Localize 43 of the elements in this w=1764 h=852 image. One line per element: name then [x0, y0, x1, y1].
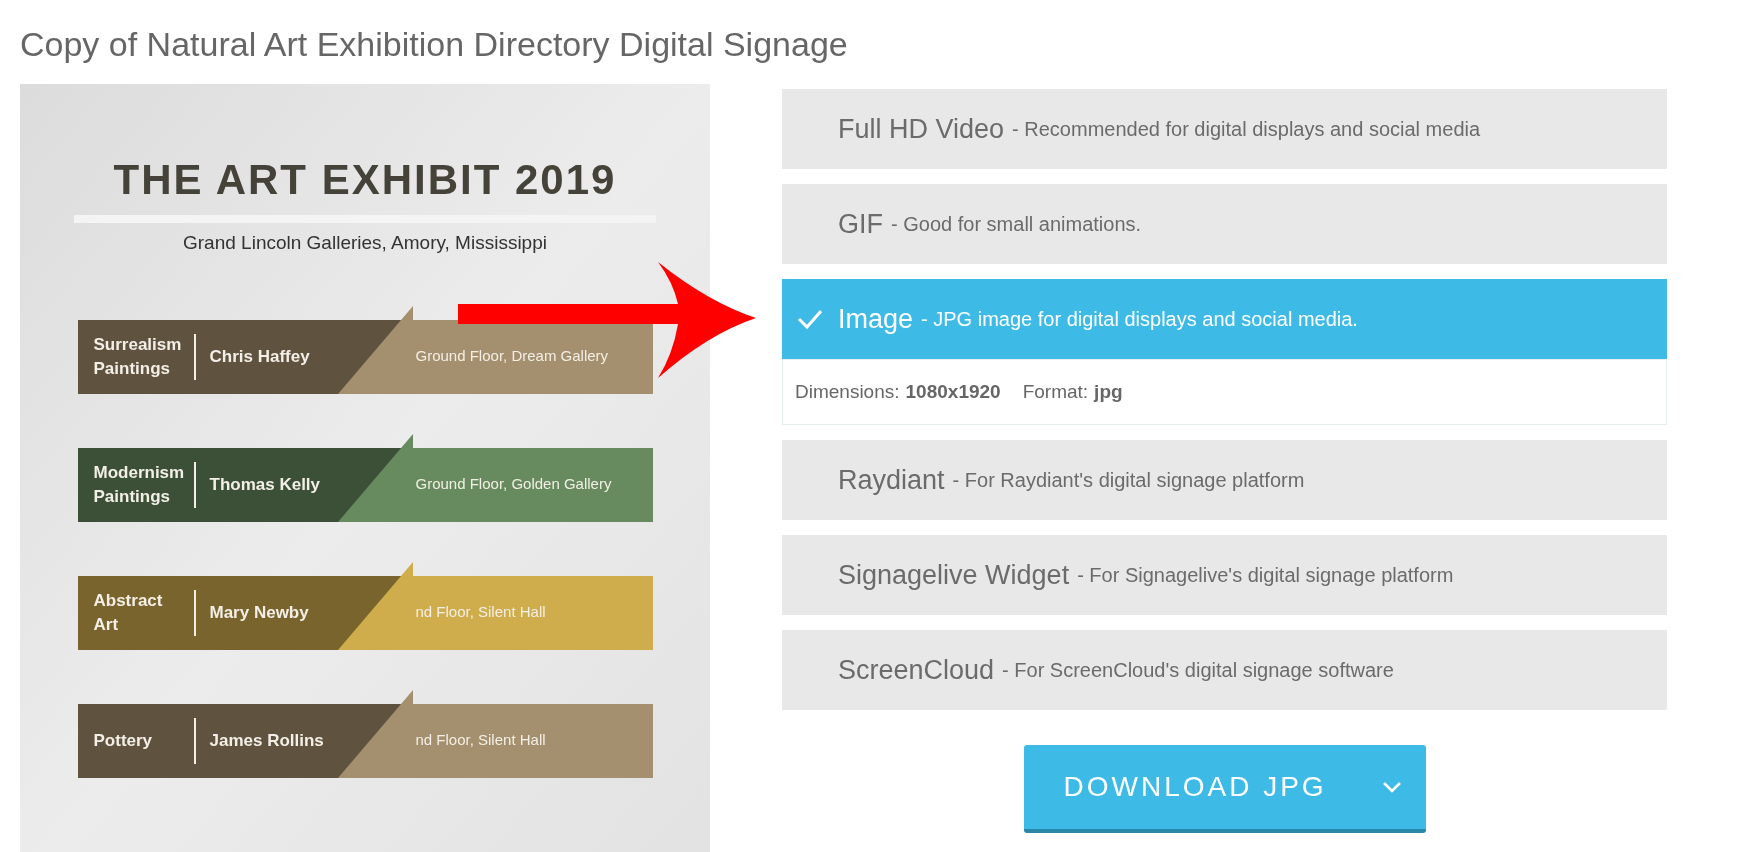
option-description: - JPG image for digital displays and social media.	[921, 307, 1358, 332]
option-name: Image	[838, 302, 914, 336]
export-option[interactable]: Raydiant - For Raydiant's digital signage platform	[782, 440, 1667, 520]
detail-label: Format:	[1022, 379, 1089, 404]
chevron-down-icon	[1381, 781, 1402, 793]
option-name: Full HD Video	[838, 112, 1005, 146]
artist-name: Mary Newby	[209, 601, 310, 624]
option-name: GIF	[838, 207, 883, 241]
poster-subtitle: Grand Lincoln Galleries, Amory, Mississippi	[183, 231, 547, 255]
option-description: - For Raydiant's digital signage platform	[952, 468, 1305, 493]
option-description: - Good for small animations.	[891, 212, 1142, 237]
poster-title: THE ART EXHIBIT 2019	[113, 155, 617, 205]
detail-label: Dimensions:	[795, 379, 900, 404]
option-description: - Recommended for digital displays and social media	[1012, 117, 1481, 142]
category-label: Modernism	[93, 461, 186, 484]
export-option[interactable]: GIF - Good for small animations.	[782, 184, 1667, 264]
option-name: Raydiant	[838, 463, 945, 497]
check-icon	[797, 308, 823, 330]
page-title: Copy of Natural Art Exhibition Directory Digital Signage	[20, 24, 848, 65]
artist-name: Chris Haffey	[209, 345, 311, 368]
category-label: Paintings	[93, 485, 171, 508]
detail-value: jpg	[1094, 379, 1123, 404]
artist-name: Thomas Kelly	[209, 473, 322, 496]
location-label: nd Floor, Silent Hall	[415, 730, 546, 751]
category-label: Surrealism	[93, 333, 183, 356]
category-label: Pottery	[93, 729, 154, 752]
export-option[interactable]: ScreenCloud - For ScreenCloud's digital signage software	[782, 630, 1667, 710]
option-name: Signagelive Widget	[838, 558, 1070, 592]
export-option[interactable]: Signagelive Widget - For Signagelive's digital signage platform	[782, 535, 1667, 615]
download-button[interactable]: DOWNLOAD JPG	[1023, 745, 1426, 833]
artist-name: James Rollins	[209, 729, 325, 752]
export-option[interactable]: Image - JPG image for digital displays and social media.	[782, 279, 1667, 359]
export-option[interactable]: Full HD Video - Recommended for digital displays and social media	[782, 89, 1667, 169]
category-label: Abstract	[93, 589, 164, 612]
location-label: nd Floor, Silent Hall	[415, 602, 546, 623]
location-label: Ground Floor, Dream Gallery	[415, 346, 609, 367]
detail-value: 1080x1920	[905, 379, 1001, 404]
option-name: ScreenCloud	[838, 653, 995, 687]
category-label: Art	[93, 613, 120, 636]
option-description: - For Signagelive's digital signage platform	[1077, 563, 1454, 588]
category-label: Paintings	[93, 357, 171, 380]
option-description: - For ScreenCloud's digital signage software	[1002, 658, 1394, 683]
location-label: Ground Floor, Golden Gallery	[415, 474, 612, 495]
